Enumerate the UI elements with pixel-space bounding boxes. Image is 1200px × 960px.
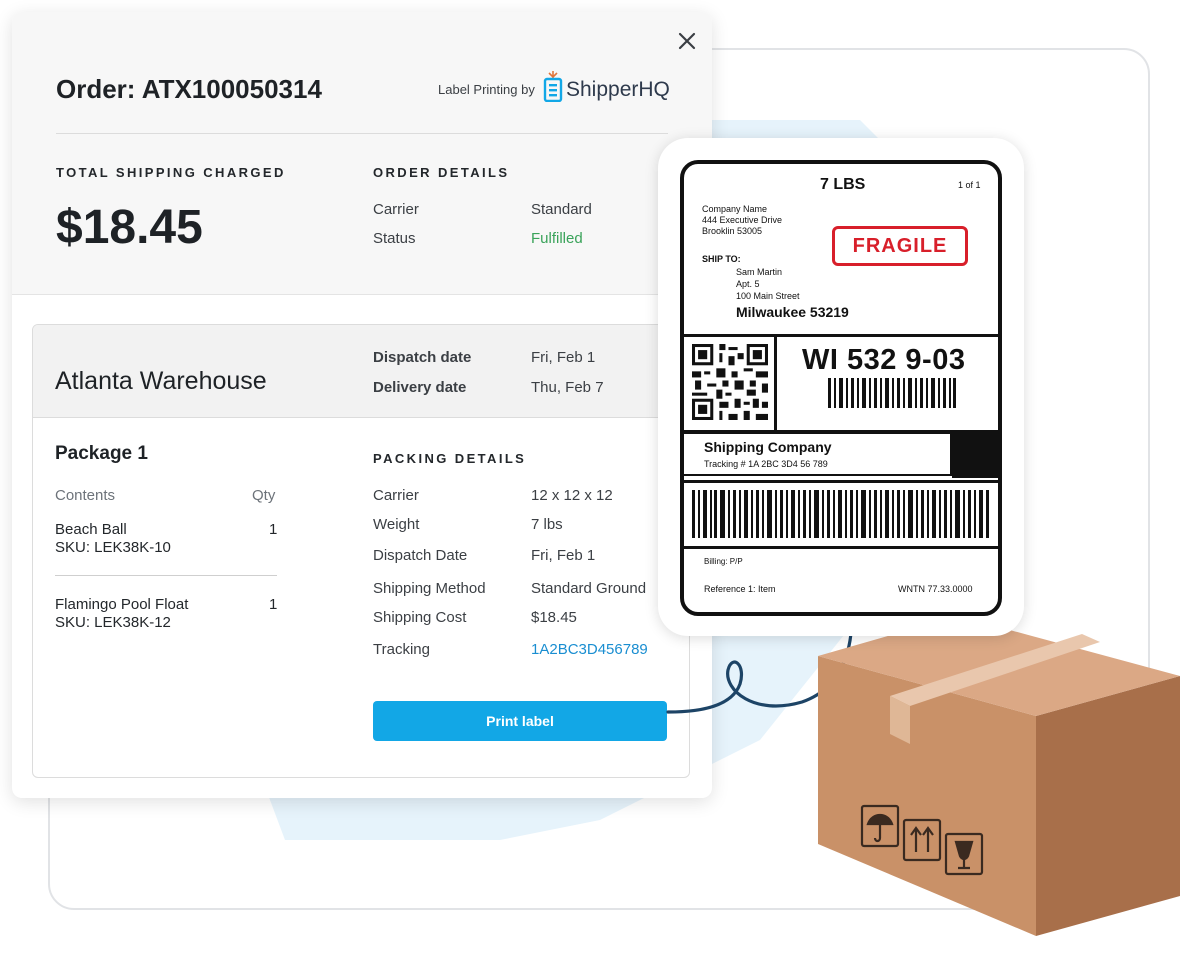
recipient-line: Apt. 5 [736,279,760,289]
contents-column-header: Contents [55,487,116,504]
list-item-qty: 1 [269,596,278,613]
packing-carrier-label: Carrier [373,487,419,504]
fragile-stamp: FRAGILE [832,226,968,266]
label-reference: Reference 1: Item [704,584,776,594]
packing-cost-label: Shipping Cost [373,609,467,626]
qty-column-header: Qty [252,487,276,504]
packing-details-label: PACKING DETAILS [373,451,527,466]
list-item-qty: 1 [269,521,278,538]
label-billing: Billing: P/P [704,557,743,566]
label-sender-address: Company Name 444 Executive Drive Brookli… [702,204,782,237]
qr-code [692,344,768,420]
label-divider [684,334,998,337]
package-title: Package 1 [55,443,148,464]
packing-cost-value: $18.45 [531,609,577,626]
warehouse-header: Atlanta Warehouse Dispatch date Fri, Feb… [33,325,689,418]
total-shipping-label: TOTAL SHIPPING CHARGED [56,165,286,180]
order-carrier-label: Carrier [373,201,419,218]
shipperhq-brand-name: ShipperHQ [566,78,670,101]
order-summary-header: Order: ATX100050314 Label Printing by Sh… [12,12,712,295]
list-item-sku: SKU: LEK38K-12 [55,614,171,631]
label-vertical-divider [774,337,777,433]
label-weight: 7 LBS [820,176,866,193]
packing-method-value: Standard Ground [531,580,647,597]
order-status-label: Status [373,230,416,247]
packing-weight-label: Weight [373,516,420,533]
order-details-label: ORDER DETAILS [373,165,510,180]
label-divider [684,480,998,483]
label-printing-by-text: Label Printing by [438,82,535,97]
shipperhq-logo-icon [543,71,563,102]
shipping-company-name: Shipping Company [704,439,832,455]
sender-line: Company Name [702,204,768,214]
packing-weight-value: 7 lbs [531,516,563,533]
packing-dispatch-label: Dispatch Date [373,547,468,564]
total-shipping-amount: $18.45 [56,201,203,254]
label-wntn: WNTN 77.33.0000 [898,584,973,594]
items-divider [55,575,277,576]
warehouse-card: Atlanta Warehouse Dispatch date Fri, Feb… [32,324,690,778]
packing-dispatch-value: Fri, Feb 1 [531,547,596,564]
shipping-label: 7 LBS 1 of 1 Company Name 444 Executive … [680,160,1002,616]
ship-to-heading: SHIP TO: [702,254,741,264]
close-icon[interactable] [674,28,700,54]
packing-tracking-label: Tracking [373,641,430,658]
order-title: Order: ATX100050314 [56,74,322,104]
ship-to-city: Milwaukee 53219 [736,304,849,320]
delivery-date-value: Thu, Feb 7 [531,379,604,396]
recipient-line: Sam Martin [736,267,783,277]
dispatch-date-value: Fri, Feb 1 [531,349,596,366]
packing-carrier-value: 12 x 12 x 12 [531,487,613,504]
label-tracking-number: Tracking # 1A 2BC 3D4 56 789 [704,459,828,469]
order-status-value: Fulfilled [531,230,583,247]
warehouse-name: Atlanta Warehouse [55,367,267,395]
label-divider [684,546,998,549]
recipient-line: 100 Main Street [736,291,800,301]
header-divider [56,133,668,134]
order-carrier-value: Standard [531,201,592,218]
sender-line: 444 Executive Drive [702,215,783,225]
barcode [692,490,989,538]
list-item-name: Flamingo Pool Float [55,596,189,613]
print-label-button[interactable]: Print label [373,701,667,741]
barcode [828,378,956,408]
tracking-number-link[interactable]: 1A2BC3D456789 [531,641,648,658]
shipping-label-card: 7 LBS 1 of 1 Company Name 444 Executive … [658,138,1024,636]
sender-line: Brooklin 53005 [702,226,763,236]
order-modal: Order: ATX100050314 Label Printing by Sh… [12,12,712,798]
delivery-date-label: Delivery date [373,379,467,396]
list-item-name: Beach Ball [55,521,127,538]
packing-method-label: Shipping Method [373,580,486,597]
cardboard-box-illustration [818,616,1180,936]
label-count: 1 of 1 [958,180,981,190]
label-route-code: WI 532 9-03 [802,344,966,376]
ship-to-address: Sam Martin Apt. 5 100 Main Street [736,266,800,302]
dispatch-date-label: Dispatch date [373,349,472,366]
label-black-block [952,430,998,478]
list-item-sku: SKU: LEK38K-10 [55,539,171,556]
